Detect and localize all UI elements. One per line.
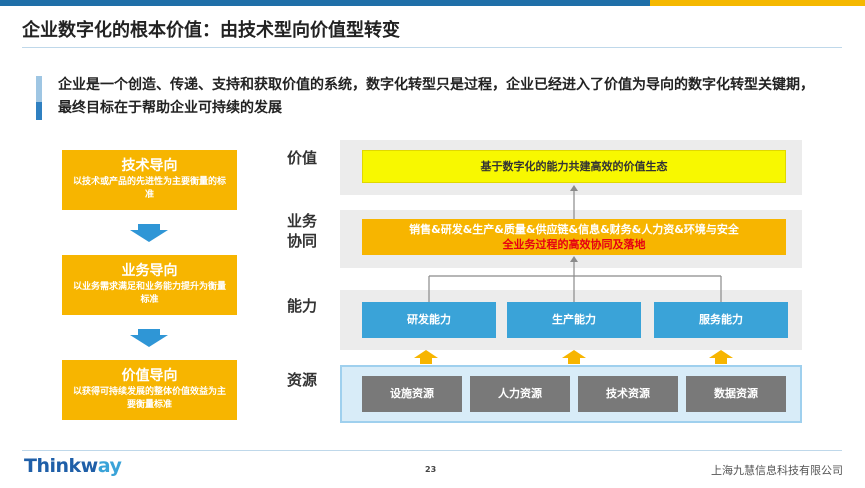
up-arrow-icon bbox=[562, 350, 586, 364]
capability-box-production: 生产能力 bbox=[507, 302, 641, 338]
resource-box-human: 人力资源 bbox=[470, 376, 570, 412]
resource-box-data: 数据资源 bbox=[686, 376, 786, 412]
up-arrow-icon bbox=[709, 350, 733, 364]
logo-text-main: Thinkw bbox=[24, 455, 98, 477]
page-number: 23 bbox=[425, 465, 437, 474]
collab-domains: 销售&研发&生产&质量&供应链&信息&财务&人力资&环境与安全 bbox=[409, 223, 739, 236]
capability-box-service: 服务能力 bbox=[654, 302, 788, 338]
company-name: 上海九慧信息科技有限公司 bbox=[711, 464, 843, 477]
company-logo: Thinkway bbox=[24, 455, 122, 477]
resource-box-facility: 设施资源 bbox=[362, 376, 462, 412]
logo-text-accent: ay bbox=[97, 455, 122, 477]
value-ecosystem-box: 基于数字化的能力共建高效的价值生态 bbox=[362, 150, 786, 183]
up-arrow-icon bbox=[414, 350, 438, 364]
collab-highlight: 全业务过程的高效协同及落地 bbox=[502, 238, 646, 251]
footer-divider bbox=[22, 450, 842, 451]
resource-box-technology: 技术资源 bbox=[578, 376, 678, 412]
business-collab-box: 销售&研发&生产&质量&供应链&信息&财务&人力资&环境与安全 全业务过程的高效… bbox=[362, 219, 786, 255]
capability-box-rnd: 研发能力 bbox=[362, 302, 496, 338]
